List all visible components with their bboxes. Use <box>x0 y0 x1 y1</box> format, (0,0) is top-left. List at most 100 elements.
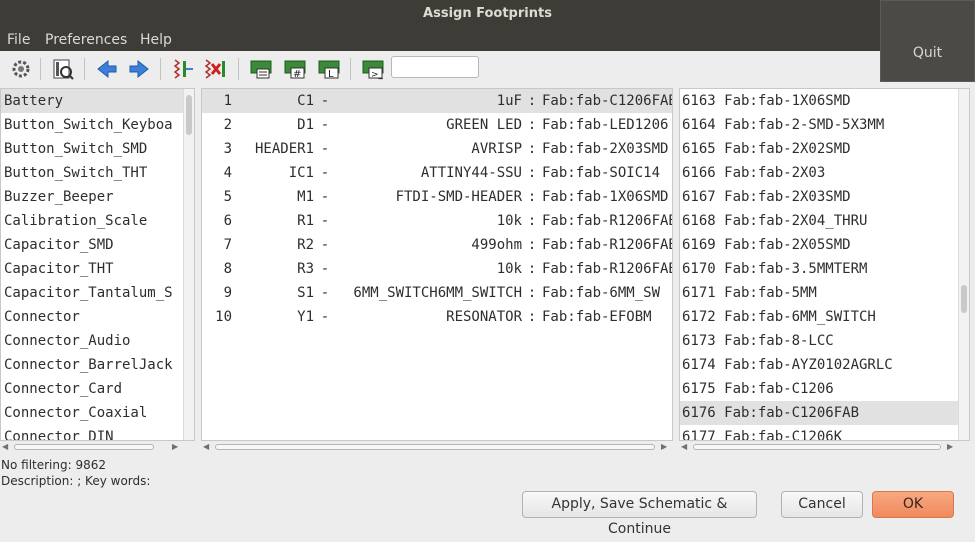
component-list[interactable]: 1 C1-1uF: Fab:fab-C1206FAB 2 D1- GREEN LED: Fa… <box>201 88 673 441</box>
library-item[interactable]: Connector_Card <box>1 377 194 401</box>
footprint-list-scrollbar[interactable] <box>958 89 969 440</box>
component-index: 10 <box>215 309 232 325</box>
view-footprint-icon[interactable] <box>50 56 76 82</box>
component-row[interactable]: 4 IC1- ATTINY44-SSU: Fab:fab-SOIC14 <box>202 161 672 185</box>
svg-text:L: L <box>328 69 334 80</box>
library-item[interactable]: Connector_Audio <box>1 329 194 353</box>
component-row[interactable]: 2 D1- GREEN LED: Fab:fab-LED1206 <box>202 113 672 137</box>
footprint-item[interactable]: 6174 Fab:fab-AYZ0102AGRLC <box>680 353 969 377</box>
menu-preferences[interactable]: Preferences <box>45 32 127 48</box>
component-index: 1 <box>223 93 232 109</box>
library-item[interactable]: Connector <box>1 305 194 329</box>
component-hscrollbar[interactable]: ◀ ▶ <box>201 441 673 453</box>
library-item[interactable]: Connector_BarrelJack <box>1 353 194 377</box>
svg-text:>_: >_ <box>371 70 384 80</box>
quit-button[interactable]: Quit <box>880 0 975 82</box>
component-separator: : <box>527 93 537 109</box>
filter-by-keyword-icon[interactable] <box>248 56 274 82</box>
footprint-item[interactable]: 6164 Fab:fab-2-SMD-5X3MM <box>680 113 969 137</box>
component-index: 4 <box>223 165 232 181</box>
component-row[interactable]: 9 S1- 6MM_SWITCH6MM_SWITCH: Fab:fab-6MM_SW <box>202 281 672 305</box>
footprint-list[interactable]: 6163 Fab:fab-1X06SMD 6164 Fab:fab-2-SMD-5… <box>679 88 970 441</box>
footprint-item[interactable]: 6169 Fab:fab-2X05SMD <box>680 233 969 257</box>
component-row[interactable]: 8 R3- 10k: Fab:fab-R1206FAB <box>202 257 672 281</box>
footprint-item[interactable]: 6166 Fab:fab-2X03 <box>680 161 969 185</box>
component-footprint: Fab:fab-2X03SMD <box>542 141 669 157</box>
component-separator: : <box>527 309 537 325</box>
previous-arrow-icon[interactable] <box>94 56 120 82</box>
component-footprint: Fab:fab-C1206FAB <box>542 93 672 109</box>
toolbar-separator <box>84 58 85 80</box>
ok-button[interactable]: OK <box>872 491 954 518</box>
library-item[interactable]: Capacitor_SMD <box>1 233 194 257</box>
apply-save-continue-button[interactable]: Apply, Save Schematic & Continue <box>522 491 757 537</box>
component-dash: - <box>320 165 330 181</box>
library-item[interactable]: Battery <box>1 89 194 113</box>
component-row[interactable]: 10 Y1- RESONATOR: Fab:fab-EFOBM <box>202 305 672 329</box>
filter-by-text-icon[interactable]: >_ <box>360 56 386 82</box>
component-reference: M1 <box>297 189 314 205</box>
component-separator: : <box>527 237 537 253</box>
svg-text:#: # <box>293 69 301 80</box>
library-item[interactable]: Button_Switch_SMD <box>1 137 194 161</box>
title-bar: Assign Footprints – □ × <box>0 0 975 29</box>
footprint-filter-input[interactable] <box>391 56 479 78</box>
footprint-item[interactable]: 6167 Fab:fab-2X03SMD <box>680 185 969 209</box>
component-separator: : <box>527 285 537 301</box>
component-row[interactable]: 3 HEADER1- AVRISP: Fab:fab-2X03SMD <box>202 137 672 161</box>
component-footprint: Fab:fab-SOIC14 <box>542 165 661 181</box>
component-row[interactable]: 5 M1- FTDI-SMD-HEADER: Fab:fab-1X06SMD <box>202 185 672 209</box>
library-item[interactable]: Capacitor_THT <box>1 257 194 281</box>
library-hscrollbar[interactable]: ◀ ▶ <box>0 441 195 453</box>
library-item[interactable]: Connector_Coaxial <box>1 401 194 425</box>
footprint-item[interactable]: 6163 Fab:fab-1X06SMD <box>680 89 969 113</box>
next-arrow-icon[interactable] <box>126 56 152 82</box>
filter-by-library-icon[interactable]: L <box>316 56 342 82</box>
settings-gear-icon[interactable] <box>8 56 34 82</box>
delete-associations-icon[interactable] <box>202 56 228 82</box>
component-row[interactable]: 1 C1- 1uF: Fab:fab-C1206FAB <box>202 89 672 113</box>
component-value: 6MM_SWITCH6MM_SWITCH <box>353 285 522 301</box>
component-value: AVRISP <box>471 141 522 157</box>
component-reference: HEADER1 <box>254 141 314 157</box>
footprint-hscrollbar[interactable]: ◀ ▶ <box>679 441 970 453</box>
component-reference: C1 <box>297 93 314 109</box>
component-footprint: Fab:fab-R1206FAB <box>542 261 672 277</box>
filter-by-pin-count-icon[interactable]: # <box>282 56 308 82</box>
footprint-item[interactable]: 6172 Fab:fab-6MM_SWITCH <box>680 305 969 329</box>
footprint-item[interactable]: 6176 Fab:fab-C1206FAB <box>680 401 969 425</box>
library-list[interactable]: Battery Button_Switch_Keyboa Button_Switch… <box>0 88 195 441</box>
library-list-scrollbar[interactable] <box>183 89 194 440</box>
component-index: 6 <box>223 213 232 229</box>
library-item[interactable]: Button_Switch_Keyboa <box>1 113 194 137</box>
component-dash: - <box>320 93 330 109</box>
component-dash: - <box>320 213 330 229</box>
toolbar-separator <box>160 58 161 80</box>
footprint-item[interactable]: 6171 Fab:fab-5MM <box>680 281 969 305</box>
component-reference: R2 <box>297 237 314 253</box>
footprint-item[interactable]: 6168 Fab:fab-2X04_THRU <box>680 209 969 233</box>
component-dash: - <box>320 261 330 277</box>
library-item[interactable]: Buzzer_Beeper <box>1 185 194 209</box>
component-separator: : <box>527 165 537 181</box>
menu-file[interactable]: File <box>7 32 30 48</box>
library-item[interactable]: Connector_DIN <box>1 425 194 440</box>
auto-associate-icon[interactable] <box>170 56 196 82</box>
footprint-item[interactable]: 6173 Fab:fab-8-LCC <box>680 329 969 353</box>
window-title: Assign Footprints <box>423 6 552 21</box>
menu-help[interactable]: Help <box>140 32 172 48</box>
footprint-item[interactable]: 6165 Fab:fab-2X02SMD <box>680 137 969 161</box>
library-item[interactable]: Calibration_Scale <box>1 209 194 233</box>
footprint-item[interactable]: 6170 Fab:fab-3.5MMTERM <box>680 257 969 281</box>
footprint-item[interactable]: 6177 Fab:fab-C1206K <box>680 425 969 440</box>
component-row[interactable]: 6 R1- 10k: Fab:fab-R1206FAB <box>202 209 672 233</box>
component-reference: S1 <box>297 285 314 301</box>
library-item[interactable]: Capacitor_Tantalum_S <box>1 281 194 305</box>
component-row[interactable]: 7 R2- 499ohm: Fab:fab-R1206FAB <box>202 233 672 257</box>
library-item[interactable]: Button_Switch_THT <box>1 161 194 185</box>
component-separator: : <box>527 261 537 277</box>
cancel-button[interactable]: Cancel <box>781 491 863 518</box>
component-value: ATTINY44-SSU <box>420 165 522 181</box>
component-reference: IC1 <box>288 165 314 181</box>
footprint-item[interactable]: 6175 Fab:fab-C1206 <box>680 377 969 401</box>
